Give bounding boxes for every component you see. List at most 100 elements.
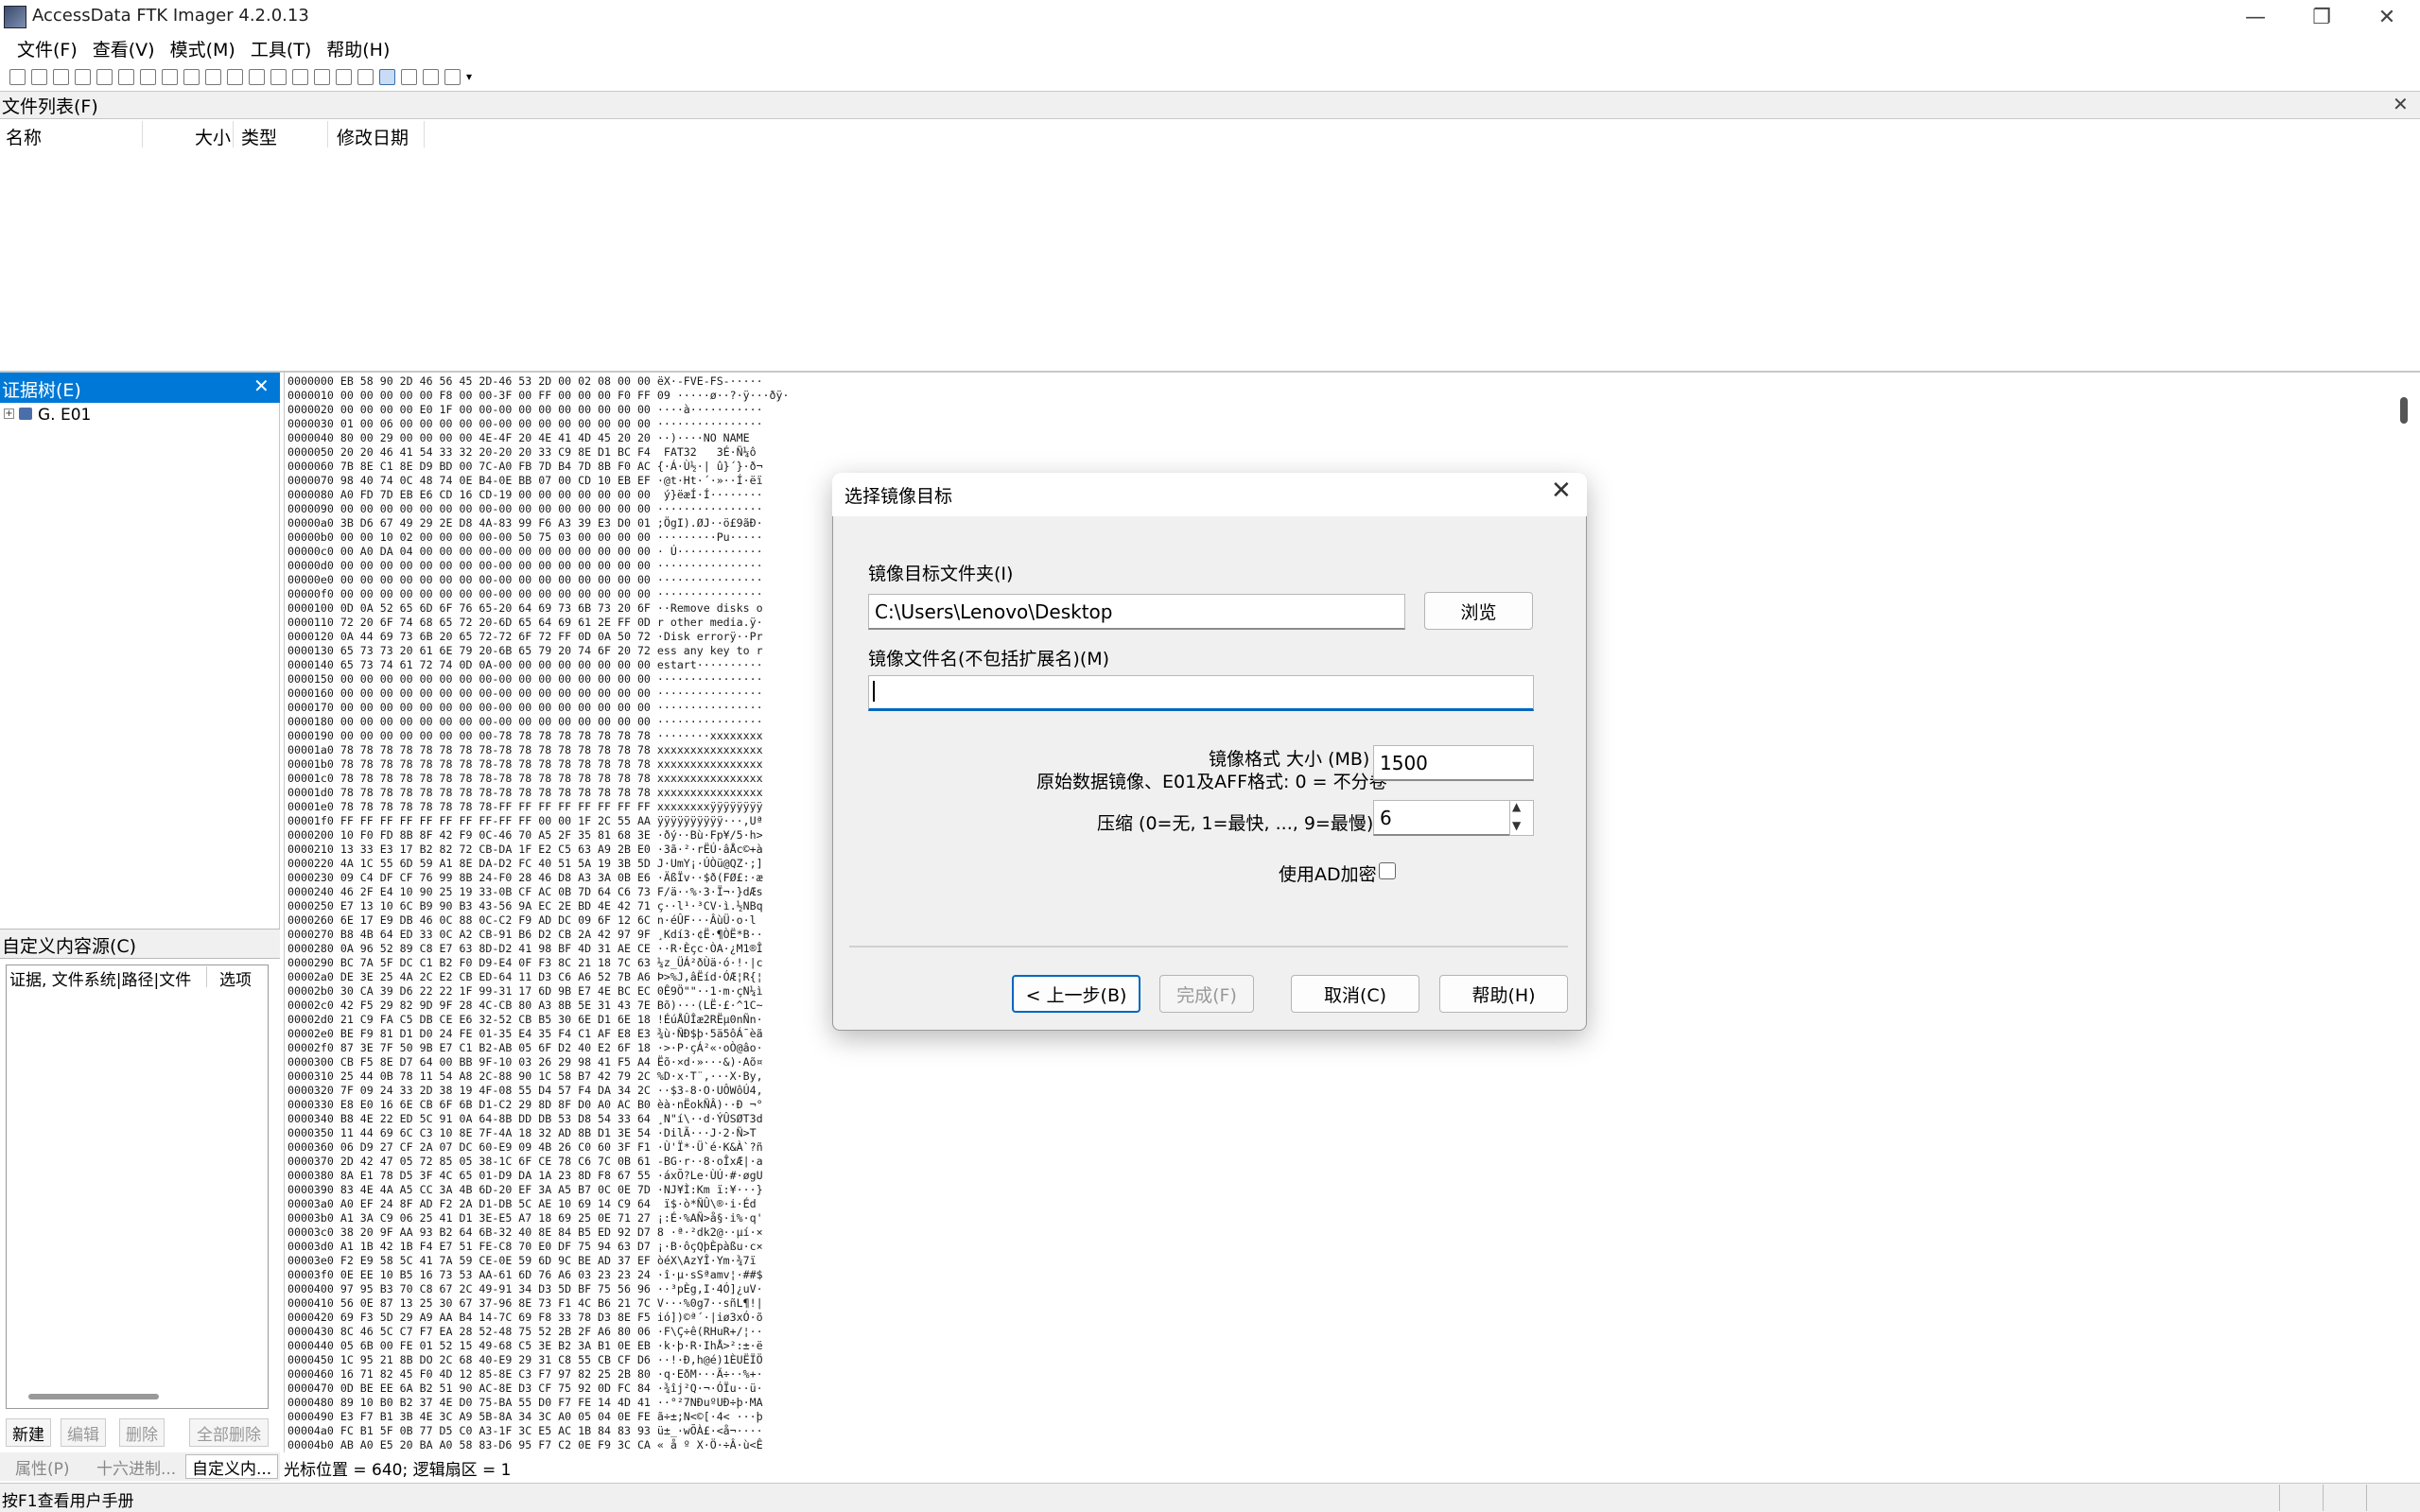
status-bar (0, 1483, 2420, 1512)
add-evidence-icon[interactable] (9, 68, 26, 85)
column-separator[interactable] (233, 121, 234, 148)
custom-content-title: 自定义内容源(C) (2, 936, 137, 957)
custom-column-evidence[interactable]: 证据, 文件系统|路径|文件 (9, 966, 191, 990)
column-modified-date[interactable]: 修改日期 (337, 124, 409, 149)
export-files-icon[interactable] (270, 68, 287, 85)
tree-expand-icon[interactable]: + (4, 408, 14, 419)
image-filename-input[interactable] (868, 675, 1534, 711)
decrypt-icon[interactable] (227, 68, 243, 85)
menu-help[interactable]: 帮助(H) (319, 36, 397, 61)
dropdown-arrow-icon[interactable]: ▾ (466, 70, 472, 83)
compression-value: 6 (1380, 806, 1392, 829)
text-view-icon[interactable] (401, 68, 417, 85)
column-separator[interactable] (206, 966, 207, 987)
tab-custom-content[interactable]: 自定义内... (185, 1454, 279, 1479)
create-disk-image-icon[interactable] (118, 68, 134, 85)
close-icon: ✕ (2377, 5, 2396, 29)
file-list-close-icon[interactable]: ✕ (2393, 93, 2409, 115)
menu-mode[interactable]: 模式(M) (163, 36, 243, 61)
new-button[interactable]: 新建 (6, 1418, 51, 1447)
image-mounting-icon[interactable] (53, 68, 69, 85)
verify-icon[interactable] (314, 68, 330, 85)
column-separator[interactable] (424, 121, 425, 148)
remove-all-evidence-icon[interactable] (96, 68, 113, 85)
fragment-size-label: 镜像格式 大小 (MB) (1209, 749, 1370, 770)
column-name[interactable]: 名称 (6, 124, 42, 149)
cancel-button[interactable]: 取消(C) (1291, 975, 1419, 1013)
detect-efs-icon[interactable] (336, 68, 352, 85)
ad-encryption-label: 使用AD加密 (1279, 864, 1377, 885)
help-icon[interactable] (444, 68, 461, 85)
status-cell (2366, 1485, 2408, 1511)
evidence-item-label[interactable]: G. E01 (38, 406, 91, 425)
menu-view[interactable]: 查看(V) (85, 36, 163, 61)
window-title: AccessData FTK Imager 4.2.0.13 (32, 6, 309, 26)
hex-view-icon[interactable] (379, 68, 395, 85)
fragment-size-input[interactable]: 1500 (1373, 745, 1534, 781)
restore-button[interactable]: ❐ (2289, 0, 2355, 34)
toolbar: ▾ (0, 62, 2420, 91)
fragment-size-hint: 原始数据镜像、E01及AFF格式: 0 = 不分卷 (1036, 772, 1387, 792)
file-list-title: 文件列表(F) (2, 96, 98, 117)
cursor-position-status: 光标位置 = 640; 逻辑扇区 = 1 (284, 1461, 512, 1480)
destination-folder-label: 镜像目标文件夹(I) (868, 564, 1014, 584)
dialog-close-icon[interactable]: ✕ (1551, 477, 1572, 505)
hex-dump[interactable]: 0000000 EB 58 90 2D 46 56 45 2D-46 53 2D… (287, 374, 789, 1452)
destination-folder-input[interactable]: C:\Users\Lenovo\Desktop (868, 594, 1405, 630)
file-list-body[interactable] (0, 149, 2420, 373)
evidence-tree-title: 证据树(E) (2, 380, 81, 401)
tab-properties[interactable]: 属性(P) (9, 1454, 76, 1479)
custom-content-table[interactable] (6, 965, 269, 1409)
export-logical-image-icon[interactable] (162, 68, 178, 85)
obtain-protected-files-icon[interactable] (357, 68, 374, 85)
column-type[interactable]: 类型 (241, 124, 277, 149)
finish-button[interactable]: 完成(F) (1159, 975, 1254, 1013)
close-window-button[interactable]: ✕ (2354, 0, 2420, 34)
remove-evidence-icon[interactable] (75, 68, 91, 85)
column-separator[interactable] (142, 121, 143, 148)
add-all-devices-icon[interactable] (31, 68, 47, 85)
destination-folder-value: C:\Users\Lenovo\Desktop (875, 600, 1113, 623)
file-list-header (0, 91, 2420, 119)
app-icon (4, 6, 26, 28)
image-filename-label: 镜像文件名(不包括扩展名)(M) (868, 649, 1110, 669)
hex-vertical-scrollbar[interactable] (2400, 397, 2408, 424)
help-button[interactable]: 帮助(H) (1439, 975, 1568, 1013)
auto-view-icon[interactable] (423, 68, 439, 85)
menu-bar: 文件(F) 查看(V) 模式(M) 工具(T) 帮助(H) (0, 34, 2420, 62)
minimize-icon: — (2245, 5, 2266, 29)
evidence-item-icon (19, 408, 32, 420)
ad-encryption-checkbox[interactable] (1379, 862, 1396, 879)
restore-icon: ❐ (2312, 5, 2331, 29)
status-text: 按F1查看用户手册 (2, 1492, 134, 1511)
edit-button[interactable]: 编辑 (61, 1418, 106, 1447)
title-bar (0, 0, 2420, 34)
delete-button[interactable]: 删除 (119, 1418, 165, 1447)
spin-up-icon[interactable]: ▲ (1512, 800, 1521, 813)
evidence-tree-close-icon[interactable]: ✕ (253, 374, 270, 397)
column-separator[interactable] (327, 121, 328, 148)
tab-hex[interactable]: 十六进制... (91, 1454, 182, 1479)
spin-down-icon[interactable]: ▼ (1512, 819, 1521, 832)
compression-label: 压缩 (0=无, 1=最快, ..., 9=最慢)(P) (1097, 813, 1399, 834)
horizontal-scrollbar[interactable] (28, 1394, 159, 1399)
browse-button[interactable]: 浏览 (1424, 592, 1533, 630)
dialog-separator (849, 946, 1568, 947)
status-cell (2323, 1485, 2364, 1511)
column-size[interactable]: 大小 (195, 124, 231, 149)
view-files-icon[interactable] (249, 68, 265, 85)
evidence-tree-body[interactable] (0, 403, 280, 929)
back-button[interactable]: < 上一步(B) (1012, 975, 1140, 1013)
custom-column-options[interactable]: 选项 (219, 966, 252, 990)
export-disk-image-icon[interactable] (140, 68, 156, 85)
menu-tools[interactable]: 工具(T) (243, 36, 319, 61)
delete-all-button[interactable]: 全部删除 (189, 1418, 269, 1447)
minimize-button[interactable]: — (2222, 0, 2289, 34)
export-hash-icon[interactable] (292, 68, 308, 85)
add-to-custom-content-icon[interactable] (183, 68, 200, 85)
menu-file[interactable]: 文件(F) (9, 36, 85, 61)
compression-input[interactable]: 6 (1373, 800, 1511, 836)
text-caret (873, 681, 875, 702)
status-cell (2279, 1485, 2321, 1511)
create-custom-image-icon[interactable] (205, 68, 221, 85)
